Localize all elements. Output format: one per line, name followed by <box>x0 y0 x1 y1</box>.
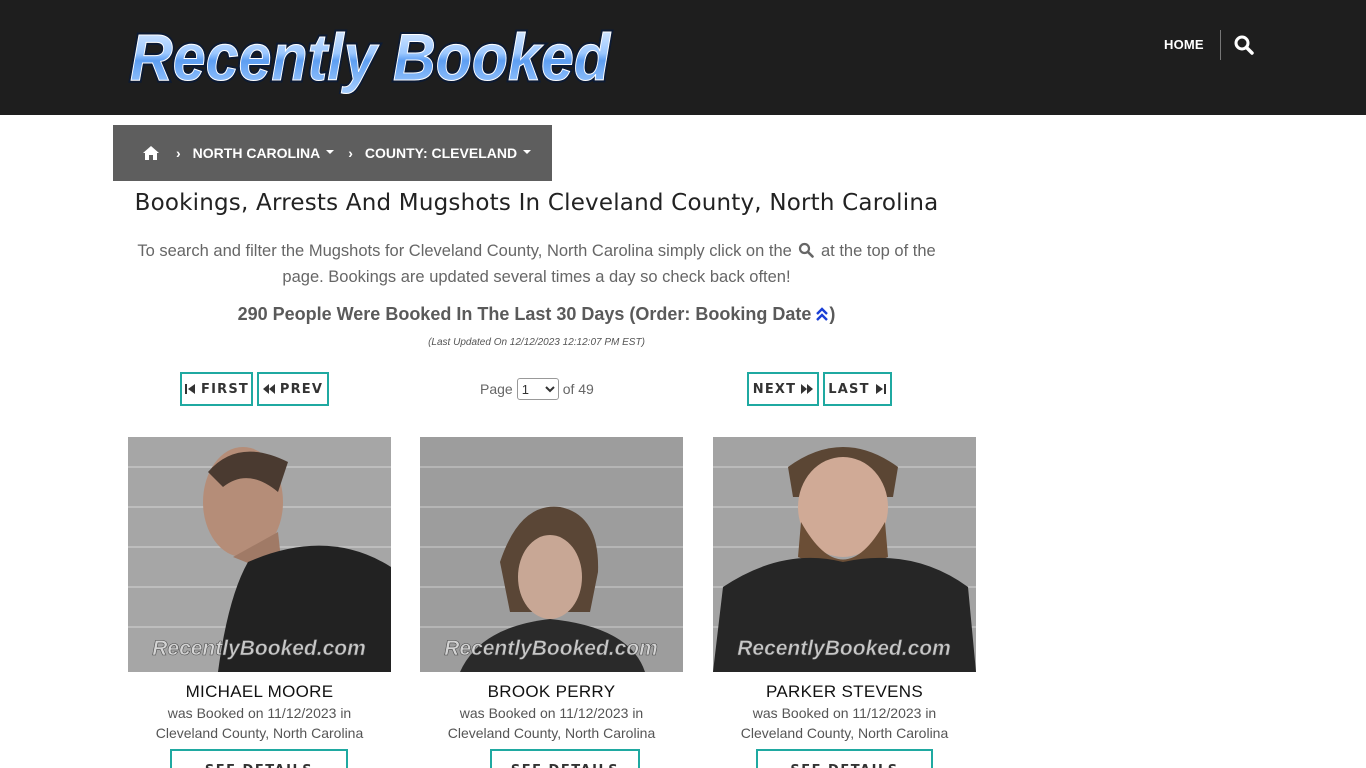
intro-text-before: To search and filter the Mugshots for Cl… <box>137 242 792 260</box>
prev-page-button[interactable]: PREV <box>257 372 329 406</box>
mugshot-photo[interactable]: RecentlyBooked.com <box>713 437 976 672</box>
step-forward-icon <box>875 384 886 394</box>
see-details-button[interactable]: SEE DETAILS <box>756 749 933 768</box>
booking-date-line: was Booked on 11/12/2023 in <box>167 705 352 721</box>
nav-home-link[interactable]: HOME <box>1164 35 1204 55</box>
first-page-button[interactable]: FIRST <box>180 372 253 406</box>
breadcrumb-county[interactable]: COUNTY: CLEVELAND <box>364 145 532 161</box>
booking-info: was Booked on 11/12/2023 in Cleveland Co… <box>713 703 976 743</box>
booking-info: was Booked on 11/12/2023 in Cleveland Co… <box>420 703 683 743</box>
mugshot-card: RecentlyBooked.com PARKER STEVENS was Bo… <box>713 437 976 768</box>
intro-text: To search and filter the Mugshots for Cl… <box>125 238 948 290</box>
booking-date-line: was Booked on 11/12/2023 in <box>752 705 937 721</box>
last-page-button[interactable]: LAST <box>823 372 892 406</box>
booking-date-line: was Booked on 11/12/2023 in <box>459 705 644 721</box>
caret-down-icon <box>523 150 532 155</box>
svg-text:RecentlyBooked.com: RecentlyBooked.com <box>737 637 951 660</box>
chevron-right-icon: › <box>348 145 353 161</box>
svg-text:RecentlyBooked.com: RecentlyBooked.com <box>152 637 366 660</box>
caret-down-icon <box>326 150 335 155</box>
breadcrumb-county-label: COUNTY: CLEVELAND <box>364 145 518 161</box>
mugshot-card: RecentlyBooked.com MICHAEL MOORE was Boo… <box>128 437 391 768</box>
mugshot-image: RecentlyBooked.com <box>420 437 683 672</box>
booking-count-close: ) <box>829 304 836 324</box>
nav-divider <box>1220 30 1221 60</box>
mugshot-photo[interactable]: RecentlyBooked.com <box>420 437 683 672</box>
site-logo[interactable]: Recently Booked Recently Booked <box>126 16 616 95</box>
step-backward-icon <box>185 384 196 394</box>
breadcrumb-state-label: NORTH CAROLINA <box>192 145 321 161</box>
site-header: Recently Booked Recently Booked HOME <box>0 0 1366 115</box>
next-page-label: NEXT <box>752 381 797 397</box>
mugshot-card: RecentlyBooked.com BROOK PERRY was Booke… <box>420 437 683 768</box>
search-icon[interactable] <box>798 240 815 258</box>
search-icon[interactable] <box>1233 34 1255 56</box>
sort-order-icon[interactable] <box>815 306 829 322</box>
mugshot-image: RecentlyBooked.com <box>128 437 391 672</box>
page-label: Page <box>480 381 513 397</box>
last-page-label: LAST <box>828 381 870 397</box>
page-total: of 49 <box>562 381 594 397</box>
see-details-button[interactable]: SEE DETAILS <box>170 749 348 768</box>
page-title: Bookings, Arrests And Mugshots In Clevel… <box>134 190 939 216</box>
backward-icon <box>262 384 275 394</box>
svg-text:RecentlyBooked.com: RecentlyBooked.com <box>444 637 658 660</box>
last-updated: (Last Updated On 12/12/2023 12:12:07 PM … <box>428 337 645 348</box>
booking-info: was Booked on 11/12/2023 in Cleveland Co… <box>128 703 391 743</box>
person-name[interactable]: PARKER STEVENS <box>713 682 976 702</box>
booking-count-text: 290 People Were Booked In The Last 30 Da… <box>237 304 812 324</box>
see-details-button[interactable]: SEE DETAILS <box>490 749 640 768</box>
booking-location-line: Cleveland County, North Carolina <box>155 725 364 741</box>
person-name[interactable]: MICHAEL MOORE <box>128 682 391 702</box>
logo-graphic: Recently Booked Recently Booked <box>128 18 615 95</box>
mugshot-image: RecentlyBooked.com <box>713 437 976 672</box>
booking-count: 290 People Were Booked In The Last 30 Da… <box>113 304 960 325</box>
page-select[interactable]: 1 <box>516 378 559 400</box>
home-icon[interactable] <box>142 145 160 161</box>
person-name[interactable]: BROOK PERRY <box>420 682 683 702</box>
breadcrumb: › NORTH CAROLINA › COUNTY: CLEVELAND <box>113 125 552 181</box>
forward-icon <box>801 384 814 394</box>
booking-location-line: Cleveland County, North Carolina <box>447 725 656 741</box>
next-page-button[interactable]: NEXT <box>747 372 819 406</box>
chevron-right-icon: › <box>176 145 181 161</box>
page-selector: Page 1 of 49 <box>480 377 594 401</box>
first-page-label: FIRST <box>201 381 249 397</box>
mugshot-photo[interactable]: RecentlyBooked.com <box>128 437 391 672</box>
booking-location-line: Cleveland County, North Carolina <box>740 725 949 741</box>
svg-text:Recently Booked: Recently Booked <box>130 20 612 94</box>
prev-page-label: PREV <box>279 381 324 397</box>
breadcrumb-state[interactable]: NORTH CAROLINA <box>193 145 335 161</box>
